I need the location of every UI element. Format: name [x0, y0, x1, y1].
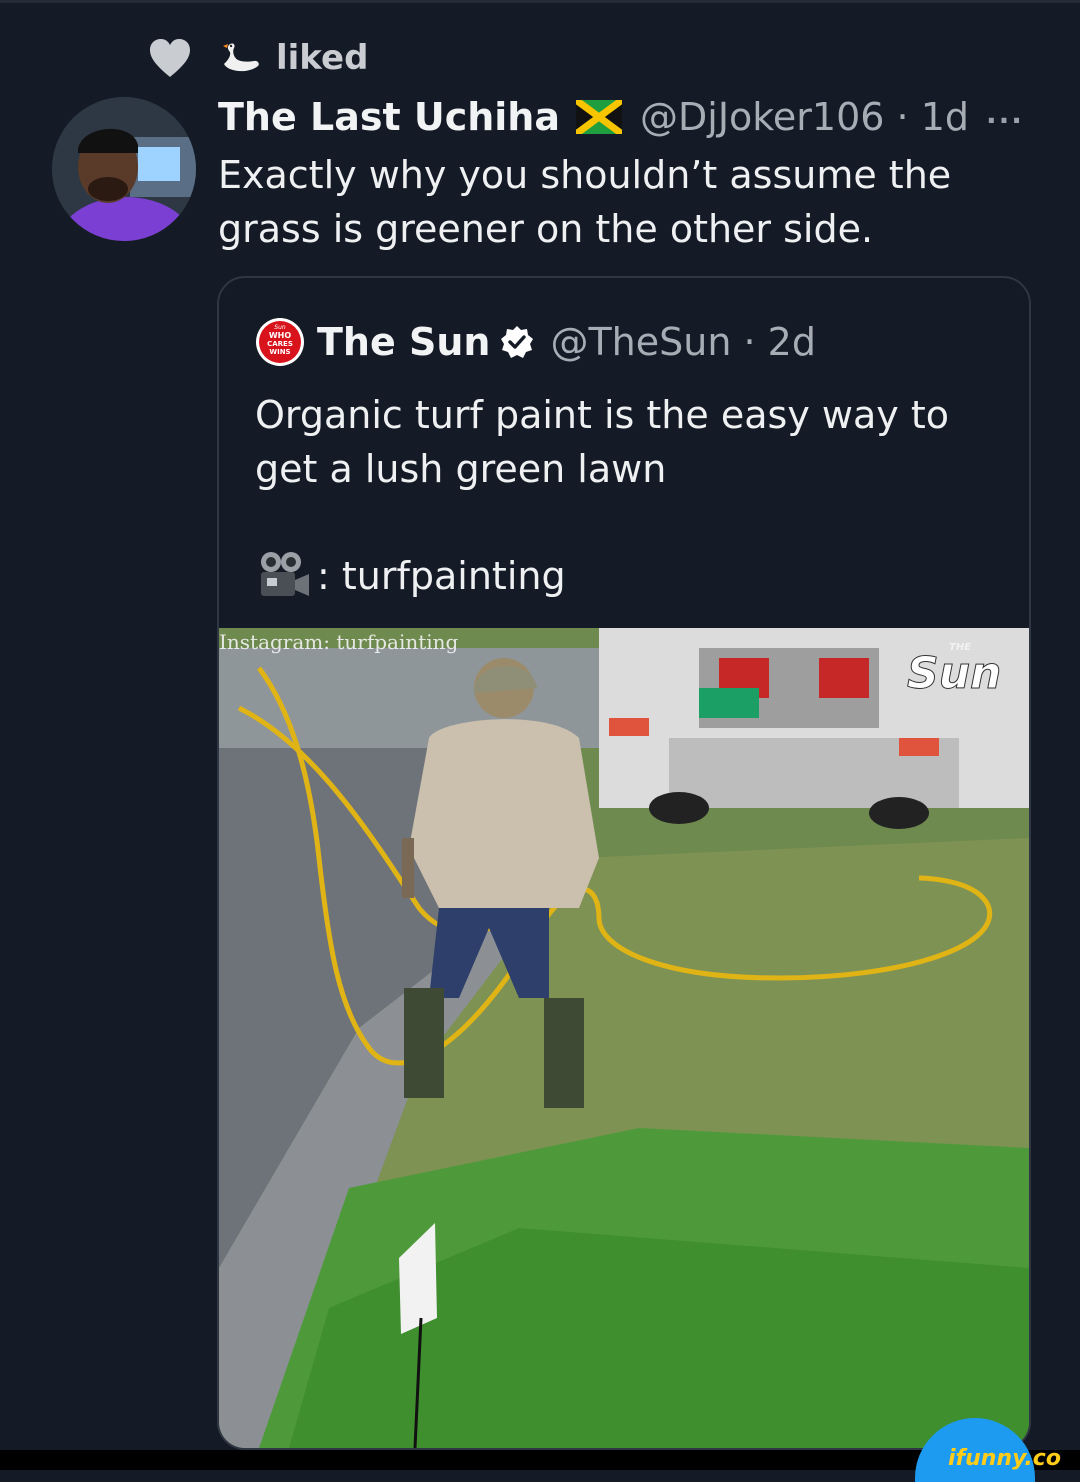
video-thumbnail[interactable]: Instagram: turfpainting THE Sun: [219, 628, 1029, 1448]
the-sun-logo: THE Sun: [907, 642, 1002, 696]
quoted-tweet-header: Sun WHO CARES WINS The Sun @TheSun · 2d: [255, 318, 816, 366]
top-divider: [0, 0, 1080, 3]
quoted-tweet-text: Organic turf paint is the easy way to ge…: [255, 393, 949, 491]
video-credit: : turfpainting: [255, 546, 566, 606]
heart-icon: [150, 39, 190, 77]
logo-sun-text: Sun: [274, 324, 286, 331]
tweet-text: Exactly why you shouldn’t assume the gra…: [218, 153, 952, 251]
the-sun-avatar[interactable]: Sun WHO CARES WINS: [255, 317, 305, 367]
quoted-tweet[interactable]: Sun WHO CARES WINS The Sun @TheSun · 2d …: [217, 276, 1031, 1450]
movie-camera-icon: [261, 552, 309, 596]
swan-emoji-icon: [223, 43, 259, 72]
avatar[interactable]: [52, 97, 196, 241]
quoted-display-name[interactable]: The Sun: [317, 320, 490, 364]
instagram-watermark: Instagram: turfpainting: [219, 630, 459, 654]
more-options-icon[interactable]: ···: [986, 104, 1024, 137]
quoted-handle-and-time[interactable]: @TheSun · 2d: [550, 320, 816, 364]
sun-brand-sun: Sun: [907, 648, 1001, 696]
social-context[interactable]: liked: [148, 36, 368, 80]
display-name[interactable]: The Last Uchiha: [218, 95, 560, 139]
logo-cares-text: CARES: [267, 340, 293, 348]
credit-text: : turfpainting: [317, 554, 566, 598]
liked-label: liked: [276, 38, 369, 78]
jamaica-flag-icon: [576, 100, 622, 134]
tweet-header: The Last Uchiha @DjJoker106 · 1d: [218, 92, 969, 142]
logo-wins-text: WINS: [269, 348, 290, 356]
lawn-painting-image: [219, 628, 1029, 1448]
handle-and-time[interactable]: @DjJoker106 · 1d: [640, 95, 969, 139]
logo-who-text: WHO: [269, 331, 292, 340]
avatar-image: [52, 97, 196, 241]
verified-badge-icon: [501, 326, 534, 358]
ifunny-watermark: ifunny.co: [948, 1446, 1061, 1471]
